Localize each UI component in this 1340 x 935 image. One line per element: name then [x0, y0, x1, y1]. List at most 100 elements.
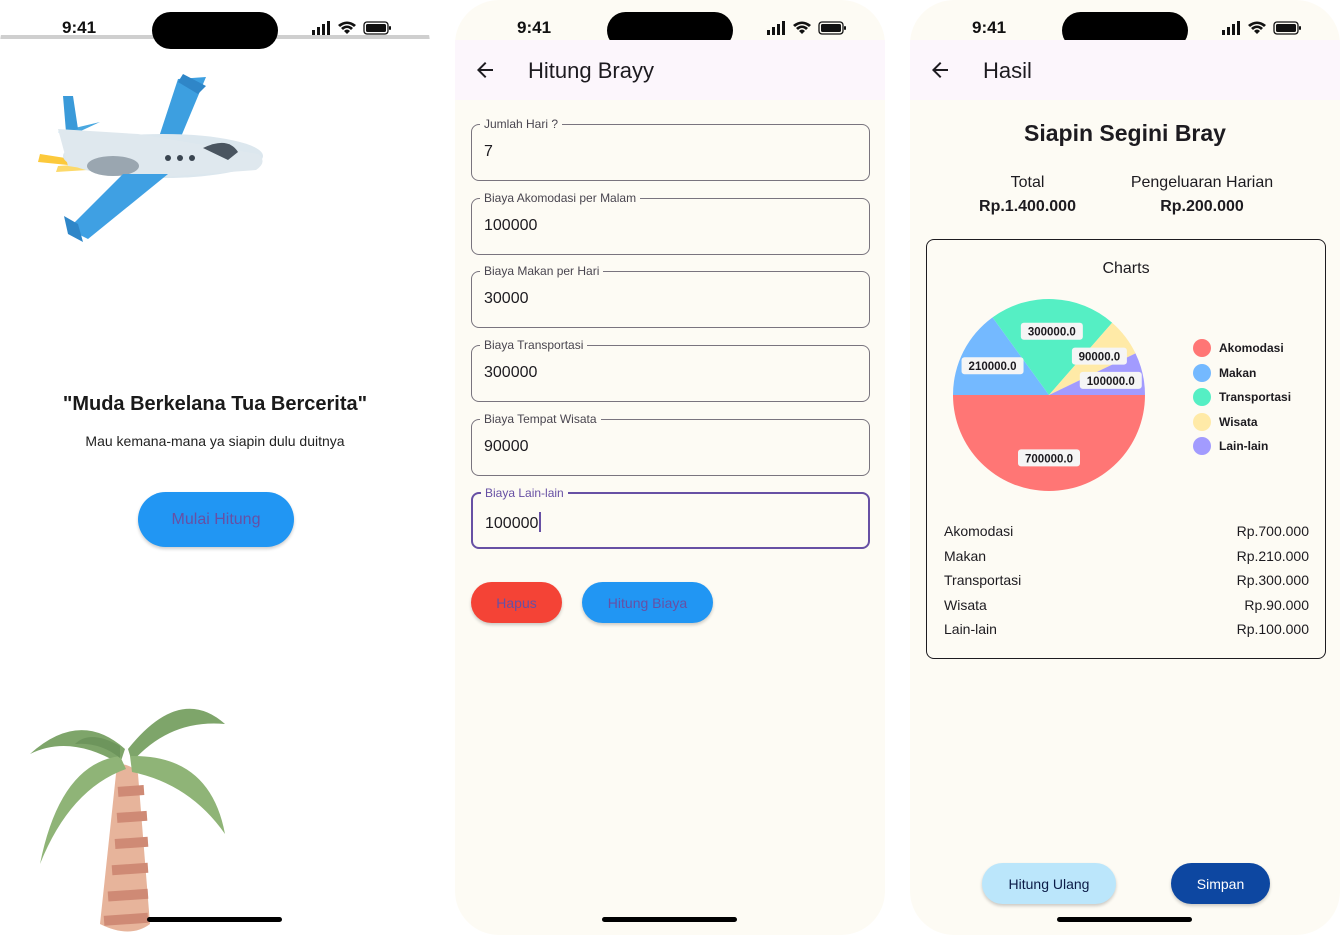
- status-time: 9:41: [972, 18, 1007, 37]
- dynamic-island: [152, 12, 278, 49]
- breakdown-name: Wisata: [944, 596, 987, 613]
- wifi-icon: [1248, 21, 1266, 34]
- status-time: 9:41: [517, 18, 552, 37]
- chart-card: Charts 700000.0 210000.0 300000.0 90000.0 10…: [926, 239, 1326, 659]
- field-value: 100000: [485, 515, 539, 532]
- back-arrow-icon[interactable]: [473, 58, 497, 82]
- breakdown-name: Makan: [944, 547, 987, 564]
- clear-button[interactable]: Hapus: [471, 582, 562, 623]
- breakdown-row: Lain-lain Rp.100.000: [944, 621, 1309, 646]
- daily-value: Rp.200.000: [1160, 198, 1244, 215]
- battery-icon: [1273, 21, 1301, 35]
- form-screen: 9:41 Hitung Brayy Jumlah Hari ? 7 Biaya …: [455, 0, 885, 935]
- breakdown-amount: Rp.100.000: [1236, 621, 1309, 637]
- landing-screen: 9:41 "Muda Berkelana Tua Bercerita" Mau …: [0, 0, 430, 935]
- pie-label-transportasi: 300000.0: [1020, 322, 1083, 340]
- legend-item: Akomodasi: [1193, 336, 1291, 361]
- field-value: 30000: [484, 290, 529, 307]
- daily-summary: Pengeluaran Harian Rp.200.000: [1117, 174, 1287, 216]
- legend-swatch: [1193, 437, 1211, 456]
- legend-label: Wisata: [1219, 414, 1258, 429]
- wifi-icon: [793, 21, 811, 34]
- plane-illustration: [38, 74, 263, 242]
- legend-swatch: [1193, 388, 1211, 407]
- breakdown-name: Akomodasi: [944, 523, 1014, 539]
- legend-swatch: [1193, 339, 1211, 358]
- pie-label-wisata: 90000.0: [1071, 347, 1127, 365]
- page-title: Hasil: [983, 58, 1032, 83]
- attraction-cost-field[interactable]: Biaya Tempat Wisata 90000: [471, 411, 870, 476]
- breakdown-name: Transportasi: [944, 572, 1022, 588]
- pie-label-akomodasi: 700000.0: [1018, 449, 1080, 467]
- field-label: Biaya Tempat Wisata: [480, 411, 601, 427]
- transport-cost-field[interactable]: Biaya Transportasi 300000: [471, 337, 870, 402]
- field-value: 90000: [484, 438, 529, 455]
- home-indicator: [147, 917, 282, 922]
- legend-swatch: [1193, 412, 1211, 431]
- pie-label-lain-lain: 100000.0: [1079, 371, 1142, 389]
- legend-label: Lain-lain: [1219, 439, 1269, 454]
- palm-tree-illustration: [30, 708, 225, 932]
- legend-item: Transportasi: [1193, 385, 1291, 410]
- legend-label: Makan: [1219, 365, 1257, 380]
- pie-label-text: 300000.0: [1028, 327, 1076, 339]
- legend-label: Akomodasi: [1219, 341, 1284, 356]
- app-bar: Hitung Brayy: [455, 40, 885, 100]
- text-caret: [539, 512, 542, 532]
- pie-label-text: 90000.0: [1079, 352, 1121, 364]
- app-bar: Hasil: [910, 40, 1340, 100]
- status-bar: 9:41: [455, 0, 885, 49]
- wifi-icon: [338, 21, 356, 34]
- field-value: 7: [484, 143, 493, 160]
- field-label: Biaya Makan per Hari: [480, 263, 604, 279]
- other-cost-field[interactable]: Biaya Lain-lain 100000: [471, 485, 870, 549]
- total-summary: Total Rp.1.400.000: [970, 174, 1085, 216]
- days-field[interactable]: Jumlah Hari ? 7: [471, 116, 870, 181]
- calculate-button[interactable]: Hitung Biaya: [582, 582, 713, 623]
- total-label: Total: [1010, 174, 1045, 191]
- accommodation-field[interactable]: Biaya Akomodasi per Malam 100000: [471, 190, 870, 255]
- signal-icon: [1222, 21, 1240, 35]
- legend-label: Transportasi: [1219, 390, 1292, 405]
- page-title: Hitung Brayy: [528, 58, 654, 83]
- pie-label-text: 210000.0: [969, 361, 1017, 373]
- pie-label-text: 700000.0: [1025, 453, 1073, 465]
- save-button[interactable]: Simpan: [1171, 863, 1270, 904]
- signal-icon: [312, 21, 330, 35]
- status-bar: 9:41: [910, 0, 1340, 49]
- battery-icon: [363, 21, 391, 35]
- field-label: Biaya Transportasi: [480, 337, 588, 353]
- meal-cost-field[interactable]: Biaya Makan per Hari 30000: [471, 263, 870, 328]
- back-arrow-icon[interactable]: [928, 58, 952, 82]
- status-icons: [767, 21, 846, 35]
- field-label: Jumlah Hari ?: [480, 116, 563, 132]
- result-heading: Siapin Segini Bray: [1024, 120, 1226, 146]
- legend-swatch: [1193, 363, 1211, 382]
- home-indicator: [602, 917, 737, 922]
- field-label: Biaya Akomodasi per Malam: [480, 190, 641, 206]
- start-calculating-button[interactable]: Mulai Hitung: [138, 492, 294, 547]
- total-value: Rp.1.400.000: [979, 198, 1076, 215]
- status-time: 9:41: [62, 18, 97, 37]
- field-value: 100000: [484, 217, 538, 234]
- field-value: 300000: [484, 364, 538, 381]
- daily-label: Pengeluaran Harian: [1130, 174, 1274, 191]
- pie-label-text: 100000.0: [1087, 376, 1135, 388]
- breakdown-amount: Rp.300.000: [1236, 572, 1309, 588]
- field-label: Biaya Lain-lain: [481, 485, 568, 501]
- breakdown-row: Akomodasi Rp.700.000: [944, 523, 1309, 548]
- pie-slice-akomodasi: [953, 395, 1145, 491]
- breakdown-row: Makan Rp.210.000: [944, 548, 1309, 573]
- breakdown-amount: Rp.700.000: [1236, 523, 1309, 539]
- breakdown-row: Wisata Rp.90.000: [944, 597, 1309, 622]
- result-screen: 9:41 Hasil Siapin Segini Bray Total Rp.1…: [910, 0, 1340, 935]
- cost-breakdown: Akomodasi Rp.700.000 Makan Rp.210.000 Tran…: [944, 523, 1309, 646]
- signal-icon: [767, 21, 785, 35]
- breakdown-amount: Rp.210.000: [1236, 547, 1309, 564]
- legend-item: Makan: [1193, 361, 1291, 386]
- breakdown-name: Lain-lain: [944, 621, 997, 637]
- status-icons: [1222, 21, 1301, 35]
- status-bar: 9:41: [0, 0, 430, 49]
- recalculate-button[interactable]: Hitung Ulang: [982, 863, 1116, 904]
- landing-tagline: Mau kemana-mana ya siapin dulu duitnya: [85, 433, 345, 449]
